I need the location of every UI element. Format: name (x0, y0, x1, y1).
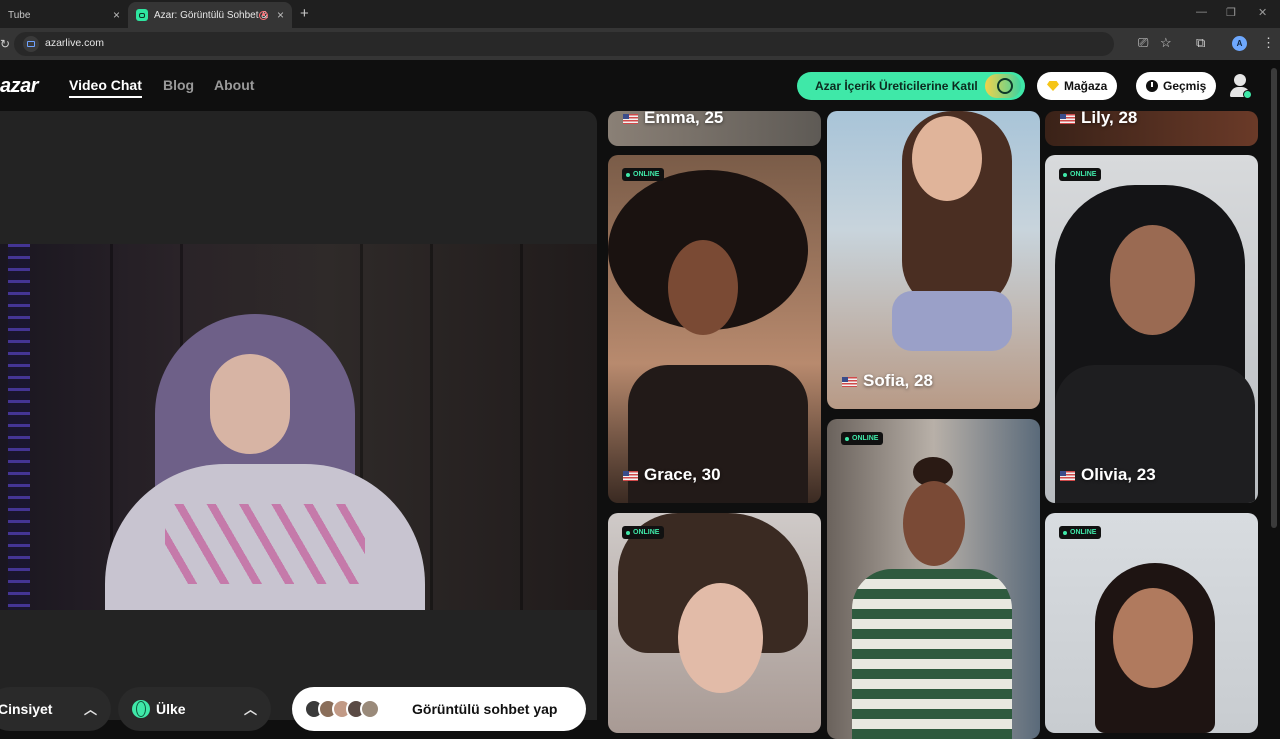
online-badge: ONLINE (841, 432, 884, 445)
profile-card[interactable]: Sofia, 28 (827, 111, 1040, 409)
url-text[interactable]: azarlive.com (45, 37, 104, 49)
history-label: Geçmiş (1163, 79, 1207, 93)
recording-icon (259, 10, 268, 20)
webcam-preview (0, 244, 597, 610)
us-flag-icon (1060, 114, 1075, 124)
chevron-up-icon: ︿ (243, 702, 257, 717)
reload-icon[interactable]: ↻ (0, 37, 10, 51)
profile-name: Lily, 28 (1081, 111, 1138, 127)
join-creators-button[interactable]: Azar İçerik Üreticilerine Katıl (797, 72, 1025, 100)
restore-icon[interactable]: ❐ (1226, 6, 1236, 19)
minimize-icon[interactable]: — (1196, 6, 1207, 18)
profile-card[interactable]: Emma, 25 (608, 111, 821, 146)
globe-icon (132, 700, 150, 718)
tab-title: Tube (8, 9, 31, 21)
cast-icon[interactable]: ⎚ (1138, 36, 1148, 49)
tab-title: Azar: Görüntülü Sohbet & V (154, 9, 270, 21)
us-flag-icon (623, 471, 638, 481)
online-badge: ONLINE (1059, 168, 1102, 181)
site-info-icon[interactable] (23, 36, 39, 52)
profile-name: Grace, 30 (644, 465, 721, 484)
azar-favicon-icon (136, 9, 148, 21)
clock-icon (1146, 80, 1158, 92)
profile-card[interactable]: ONLINE Olivia, 23 (1045, 155, 1258, 503)
profile-card[interactable]: Lily, 28 (1045, 111, 1258, 146)
profile-name: Olivia, 23 (1081, 465, 1156, 484)
extensions-icon[interactable]: ⧉ (1196, 36, 1205, 49)
tab-close-icon[interactable]: × (113, 8, 120, 22)
nav-video-chat[interactable]: Video Chat (69, 77, 142, 98)
diamond-icon (1047, 81, 1059, 91)
online-status-dot (1243, 90, 1252, 99)
shop-button[interactable]: Mağaza (1037, 72, 1118, 100)
new-tab-button[interactable]: + (300, 5, 309, 22)
online-badge: ONLINE (622, 168, 665, 181)
us-flag-icon (842, 377, 857, 387)
profile-card[interactable]: ONLINE Grace, 30 (608, 155, 821, 503)
history-button[interactable]: Geçmiş (1136, 72, 1217, 100)
profile-card[interactable]: ONLINE (827, 419, 1040, 739)
online-badge: ONLINE (1059, 526, 1102, 539)
tab-close-icon[interactable]: × (277, 8, 284, 22)
bookmark-star-icon[interactable]: ☆ (1160, 36, 1172, 49)
avatar-stack (304, 699, 384, 719)
us-flag-icon (1060, 471, 1075, 481)
nav-about[interactable]: About (214, 77, 254, 93)
start-video-chat-button[interactable]: Görüntülü sohbet yap (292, 687, 586, 731)
page-scrollbar[interactable] (1271, 68, 1277, 528)
shop-label: Mağaza (1064, 79, 1108, 93)
azar-logo[interactable]: azar (0, 75, 39, 98)
gender-filter-dropdown[interactable]: Cinsiyet ︿ (0, 687, 111, 731)
omnibox[interactable]: azarlive.com (14, 32, 1114, 56)
profile-card[interactable]: ONLINE (608, 513, 821, 733)
country-filter-dropdown[interactable]: Ülke ︿ (118, 687, 271, 731)
chevron-up-icon: ︿ (83, 702, 97, 717)
nav-blog[interactable]: Blog (163, 77, 194, 93)
browser-tab-active[interactable]: Azar: Görüntülü Sohbet & V × (128, 2, 292, 28)
close-window-icon[interactable]: ✕ (1258, 6, 1267, 19)
join-creators-label: Azar İçerik Üreticilerine Katıl (815, 79, 978, 93)
gender-filter-label: Cinsiyet (0, 701, 53, 717)
address-bar-row: ↻ azarlive.com ⎚ ☆ ⧉ A ⋮ (0, 28, 1280, 60)
start-video-chat-label: Görüntülü sohbet yap (412, 701, 558, 717)
profile-card[interactable]: ONLINE (1045, 513, 1258, 733)
country-filter-label: Ülke (156, 701, 186, 717)
user-profile-icon[interactable] (1229, 74, 1252, 100)
browser-profile-avatar[interactable]: A (1232, 36, 1247, 51)
browser-menu-icon[interactable]: ⋮ (1262, 36, 1275, 49)
azar-site: azar Video Chat Blog About Azar İçerik Ü… (0, 60, 1280, 739)
browser-tab-strip: Tube × Azar: Görüntülü Sohbet & V × + — … (0, 0, 1280, 28)
us-flag-icon (623, 114, 638, 124)
creator-illustration-icon (985, 74, 1021, 98)
online-badge: ONLINE (622, 526, 665, 539)
video-chat-panel (0, 111, 597, 720)
profile-name: Emma, 25 (644, 111, 724, 127)
browser-tab[interactable]: Tube × (0, 2, 128, 28)
profile-name: Sofia, 28 (863, 371, 933, 390)
